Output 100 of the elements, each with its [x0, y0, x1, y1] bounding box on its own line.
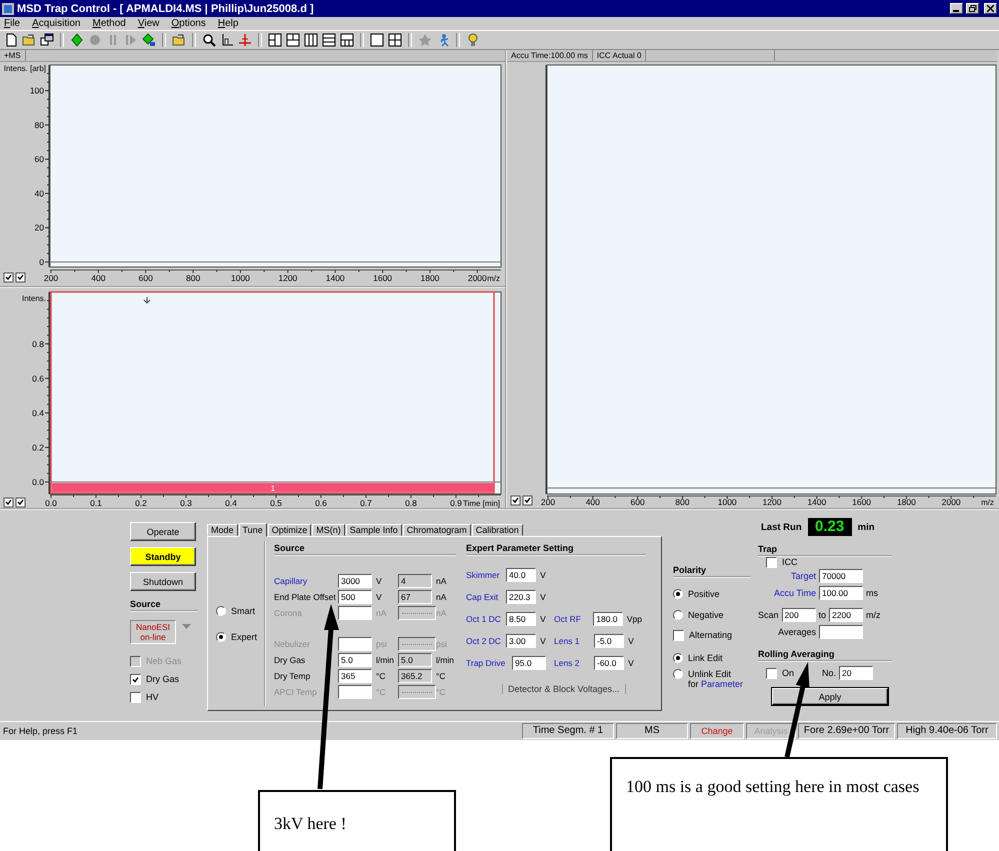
parameter-label[interactable]: Accu Time: [774, 588, 816, 598]
checkbox[interactable]: [4, 498, 14, 508]
star-icon[interactable]: [418, 33, 432, 47]
bulb-icon[interactable]: [466, 33, 480, 47]
menu-item[interactable]: File: [4, 18, 20, 29]
tab[interactable]: Calibration: [472, 524, 523, 536]
tick-label: 0: [39, 257, 44, 267]
layout-icon[interactable]: [286, 33, 300, 47]
tick-label: 0.8: [405, 498, 417, 508]
detector-voltages-button[interactable]: Detector & Block Voltages...: [502, 684, 626, 694]
parameter-label[interactable]: Skimmer: [466, 570, 506, 580]
parameter-label[interactable]: Lens 2: [554, 658, 594, 668]
input-field[interactable]: 3000: [338, 574, 372, 588]
callout-box: 100 ms is a good setting here in most cases: [610, 757, 948, 851]
radio-button[interactable]: [216, 606, 226, 616]
checkbox[interactable]: [510, 496, 520, 506]
close-button[interactable]: [984, 3, 997, 14]
folder-icon[interactable]: [22, 33, 36, 47]
status-pane: Fore 2.69e+00 Torr: [798, 723, 895, 739]
layout-icon[interactable]: [322, 33, 336, 47]
menu-item[interactable]: Help: [218, 18, 238, 29]
input-field[interactable]: 2200: [829, 608, 863, 622]
parameter-label[interactable]: Oct 1 DC: [466, 614, 506, 624]
checkbox[interactable]: [522, 496, 532, 506]
input-field[interactable]: 365: [338, 669, 372, 683]
input-field[interactable]: 5.0: [338, 653, 372, 667]
folder-icon[interactable]: [172, 33, 186, 47]
menu-item[interactable]: Acquisition: [32, 18, 80, 29]
parameter-label[interactable]: Oct RF: [554, 614, 594, 624]
diamond-arrow-icon[interactable]: [142, 33, 156, 47]
search-icon[interactable]: [202, 33, 216, 47]
section-heading: Rolling Averaging: [758, 649, 892, 662]
checkbox[interactable]: [16, 498, 26, 508]
input-field[interactable]: 8.50: [506, 612, 536, 626]
parameter-label[interactable]: Oct 2 DC: [466, 636, 506, 646]
layout-icon[interactable]: [340, 33, 354, 47]
tab[interactable]: Mode: [207, 524, 238, 536]
input-field[interactable]: 20: [839, 666, 874, 680]
layout-icon[interactable]: [304, 33, 318, 47]
control-button[interactable]: Shutdown: [130, 572, 196, 591]
menu-item[interactable]: Options: [171, 18, 206, 29]
control-button[interactable]: Standby: [130, 547, 196, 566]
menu-item[interactable]: View: [138, 18, 160, 29]
chart-icon[interactable]: [220, 33, 234, 47]
checkbox[interactable]: [766, 668, 777, 678]
unit-label: psi: [375, 639, 388, 649]
tick-label: 400: [586, 497, 600, 507]
parameter-label[interactable]: Lens 1: [554, 636, 594, 646]
checkbox[interactable]: [16, 272, 26, 282]
input-field[interactable]: -60.0: [594, 656, 624, 670]
input-field[interactable]: 220.3: [506, 590, 536, 604]
parameter-label[interactable]: Target: [790, 571, 816, 581]
layout-icon[interactable]: [370, 33, 384, 47]
input-field[interactable]: 100.00: [819, 586, 863, 600]
checkbox[interactable]: [4, 272, 14, 282]
parameter-label[interactable]: Cap Exit: [466, 592, 506, 602]
input-field[interactable]: 200: [782, 608, 816, 622]
tab[interactable]: MS(n): [312, 524, 345, 536]
radio-button[interactable]: [673, 610, 683, 620]
input-field[interactable]: 95.0: [512, 656, 546, 670]
input-field[interactable]: 40.0: [506, 568, 536, 582]
tick-label: 200: [540, 497, 556, 507]
tab[interactable]: Sample Info: [346, 524, 402, 536]
new-file-icon[interactable]: [4, 33, 18, 47]
input-field[interactable]: [338, 685, 372, 699]
apply-button[interactable]: Apply: [772, 688, 888, 705]
input-field[interactable]: 500: [338, 590, 372, 604]
maximize-button[interactable]: [966, 3, 979, 14]
radio-button[interactable]: [673, 668, 683, 678]
parameter-label[interactable]: Capillary: [274, 576, 338, 586]
input-field[interactable]: [338, 637, 372, 651]
checkbox[interactable]: [673, 630, 684, 640]
input-field[interactable]: [338, 606, 372, 620]
reading-field: [398, 637, 436, 651]
radio-button[interactable]: [216, 632, 226, 642]
input-field[interactable]: -5.0: [594, 634, 624, 648]
radio-button[interactable]: [673, 588, 683, 598]
tab[interactable]: Chromatogram: [402, 524, 471, 536]
input-field[interactable]: 70000: [819, 569, 863, 583]
checkbox[interactable]: [766, 556, 777, 568]
windows-icon[interactable]: [40, 33, 54, 47]
close-icon: [987, 5, 994, 12]
checkbox[interactable]: [130, 674, 141, 684]
time-display: 0.23: [808, 518, 852, 536]
grid-icon[interactable]: [388, 33, 402, 47]
minimize-button[interactable]: [950, 3, 963, 14]
radio-button[interactable]: [673, 652, 683, 662]
control-button[interactable]: Operate: [130, 522, 196, 541]
layout-icon[interactable]: [268, 33, 282, 47]
section-heading: Trap: [758, 544, 892, 557]
parameter-label[interactable]: Trap Drive: [466, 658, 512, 668]
tab[interactable]: Optimize: [268, 524, 312, 536]
checkbox[interactable]: [130, 692, 141, 702]
parameter-label: APCI Temp: [274, 687, 318, 697]
input-field[interactable]: [819, 625, 863, 639]
input-field[interactable]: 180.0: [593, 612, 623, 626]
diamond-icon[interactable]: [70, 33, 84, 47]
tab[interactable]: Tune: [238, 523, 267, 537]
menu-item[interactable]: Method: [92, 18, 126, 29]
input-field[interactable]: 3.00: [506, 634, 536, 648]
